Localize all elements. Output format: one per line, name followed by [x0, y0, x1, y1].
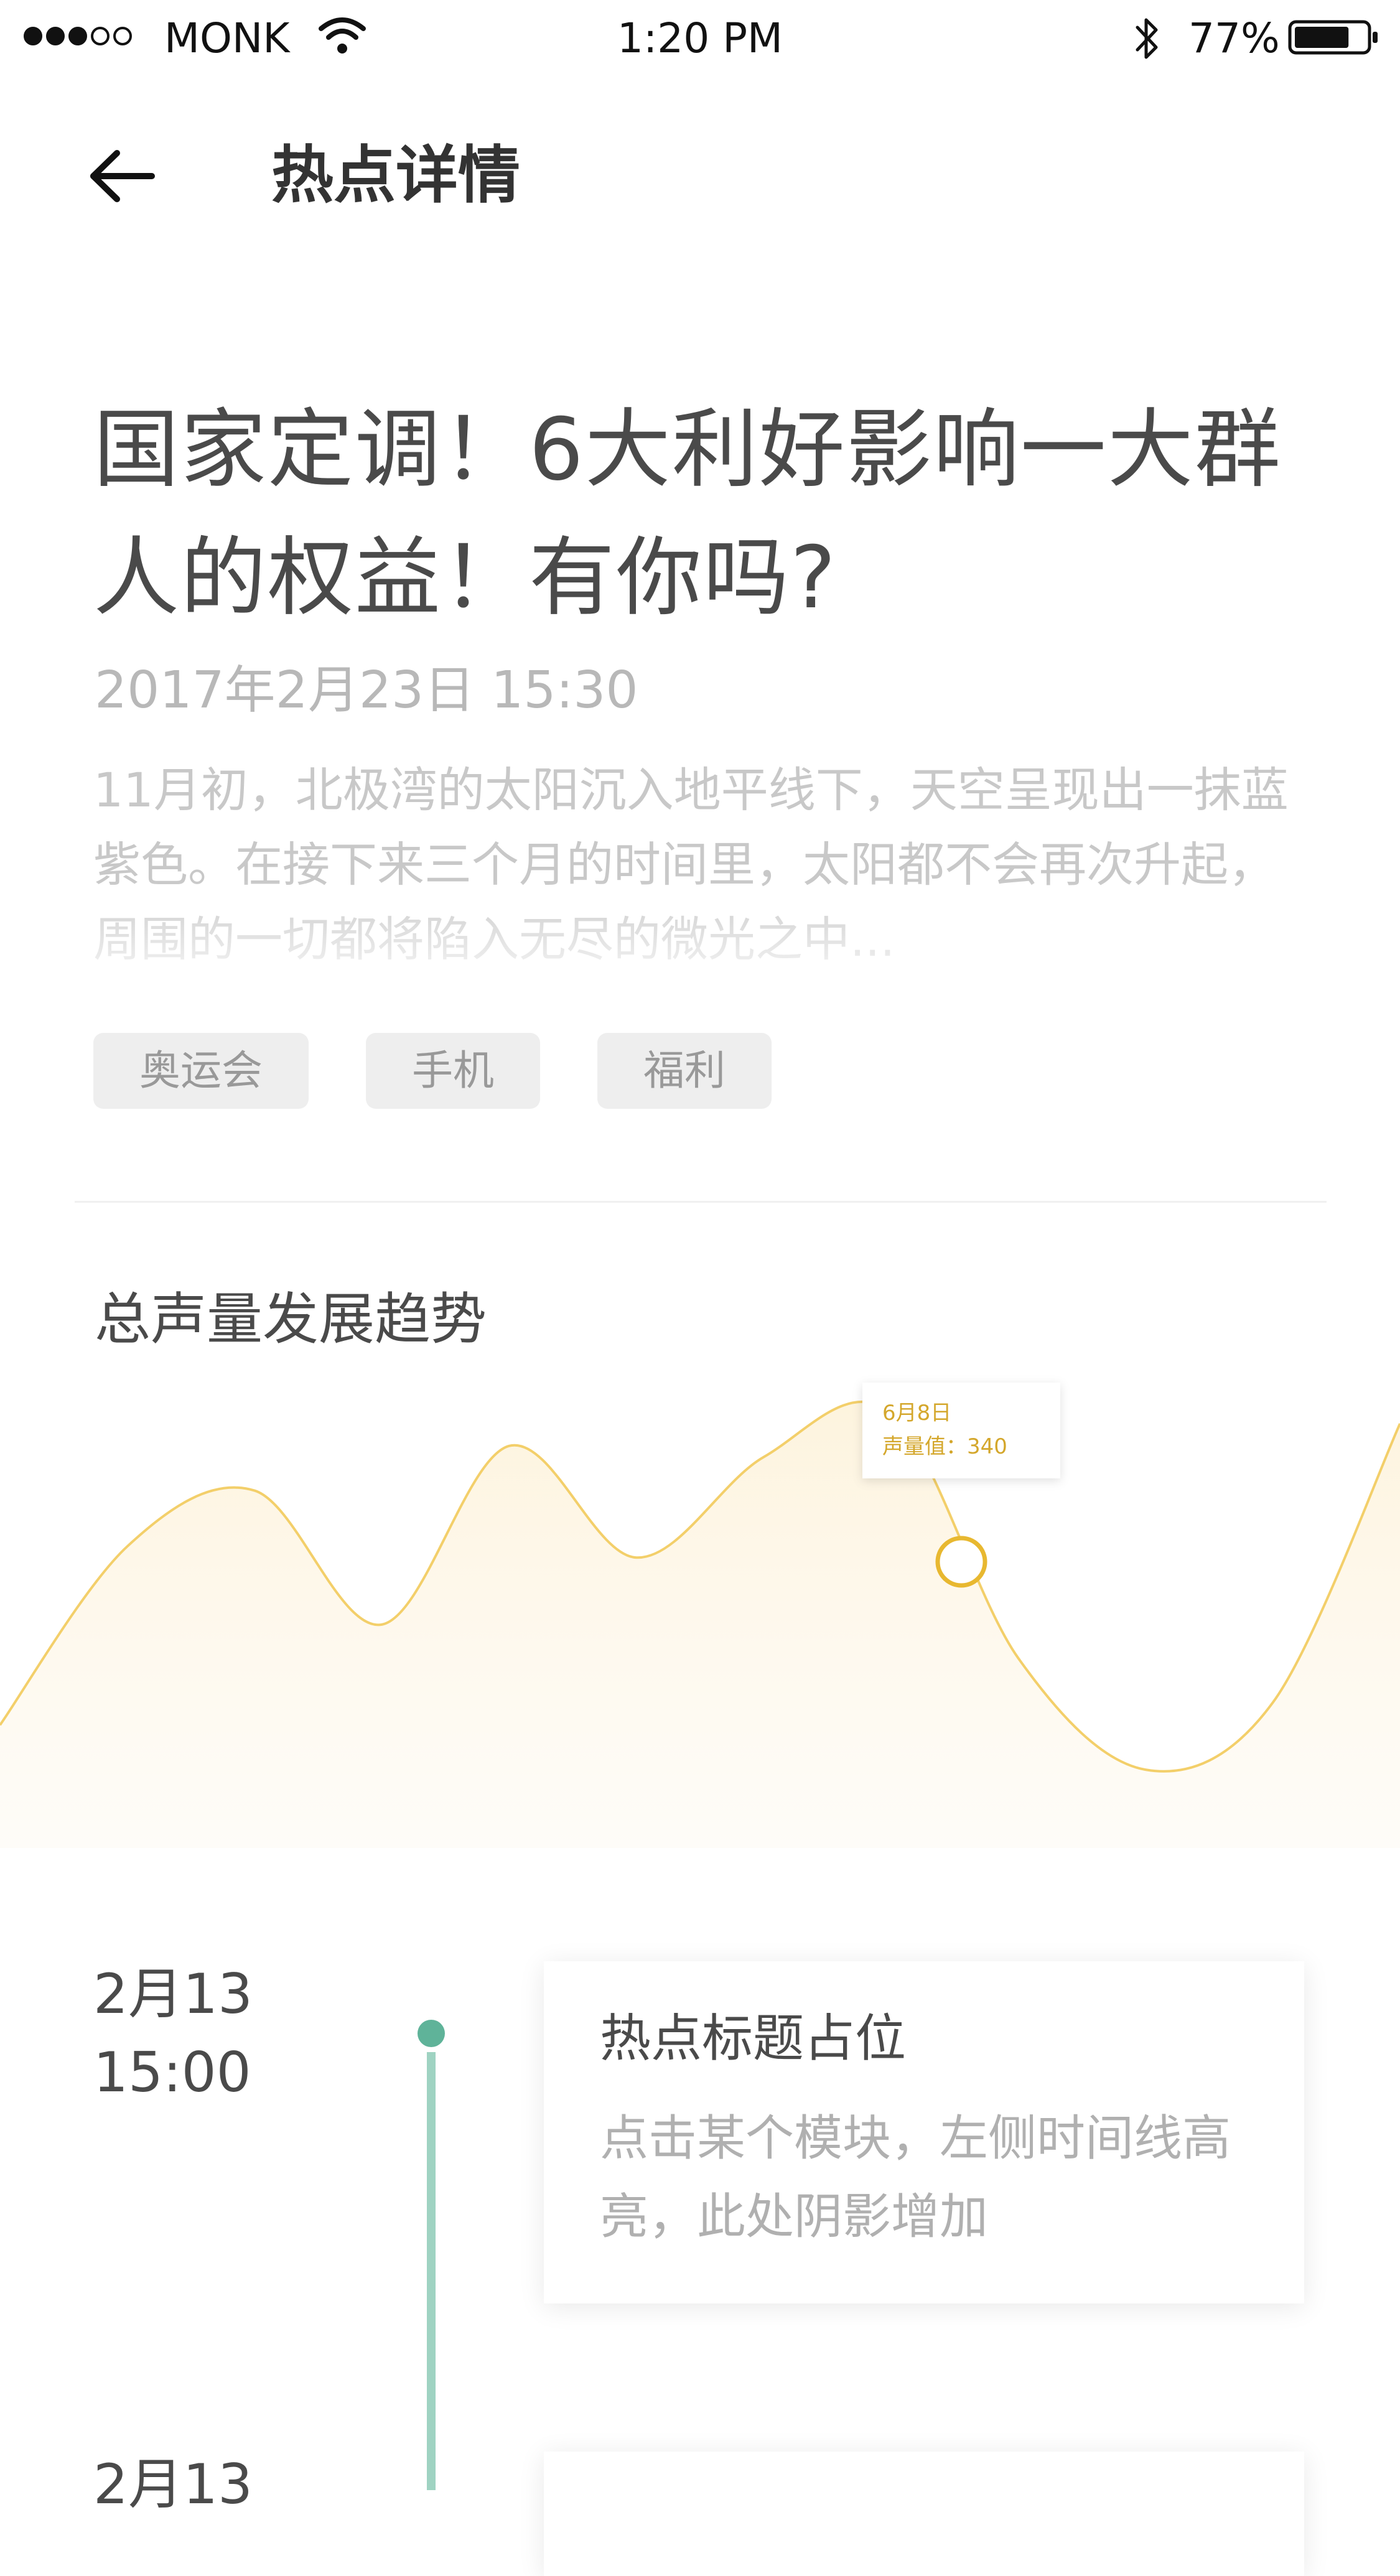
chart-data-point [634, 1555, 639, 1560]
chart-data-point [252, 1488, 257, 1493]
timeline-dot [418, 2020, 445, 2047]
timeline-line [427, 2052, 436, 2490]
page-title: 热点详情 [271, 139, 520, 212]
tag-chip[interactable]: 奥运会 [93, 1033, 309, 1109]
tag-list: 奥运会 手机 福利 [93, 1033, 772, 1109]
timeline-date: 2月13 [93, 1962, 253, 2026]
battery-percent: 77% [1188, 14, 1280, 62]
status-bar: MONK 1:20 PM 77% [0, 0, 1400, 76]
tooltip-value: 声量值：340 [882, 1434, 1007, 1459]
trend-chart[interactable]: 6月8日 声量值：340 [0, 1363, 1400, 1848]
chart-data-point [1270, 1700, 1275, 1705]
timeline-card-title: 热点标题占位 [600, 2009, 907, 2068]
chart-tooltip [862, 1383, 1060, 1478]
battery-icon [1288, 20, 1378, 55]
chart-highlight-marker[interactable] [935, 1536, 987, 1588]
bluetooth-icon [1136, 18, 1158, 59]
back-button[interactable] [87, 142, 168, 210]
trend-section-title: 总声量发展趋势 [95, 1287, 487, 1352]
timeline-card[interactable]: 热点标题占位 点击某个模块，左侧时间线高亮，此处阴影增加 [544, 1961, 1304, 2303]
chart-data-point [761, 1455, 766, 1460]
chart-data-point [1143, 1767, 1148, 1772]
timeline-time: 15:00 [93, 2040, 251, 2104]
section-divider [75, 1201, 1327, 1203]
chart-data-point [125, 1544, 130, 1549]
article-date: 2017年2月23日 15:30 [95, 661, 638, 720]
article-title: 国家定调！6大利好影响一大群人的权益！有你吗? [93, 399, 1282, 628]
timeline-card-desc: 点击某个模块，左侧时间线高亮，此处阴影增加 [600, 2111, 1231, 2245]
chart-data-point [380, 1622, 385, 1627]
tag-chip[interactable]: 手机 [366, 1033, 540, 1109]
article-summary[interactable]: 11月初，北极湾的太阳沉入地平线下，天空呈现出一抹蓝紫色。在接下来三个月的时间里… [93, 753, 1313, 983]
arrow-left-icon [90, 150, 155, 202]
chart-area-fill [0, 1401, 1400, 1848]
chart-data-point [506, 1444, 511, 1449]
timeline-card[interactable] [544, 2452, 1304, 2576]
tooltip-date: 6月8日 [882, 1401, 951, 1426]
tag-chip[interactable]: 福利 [597, 1033, 772, 1109]
chart-data-point [1015, 1656, 1020, 1661]
timeline-date: 2月13 [93, 2452, 253, 2516]
